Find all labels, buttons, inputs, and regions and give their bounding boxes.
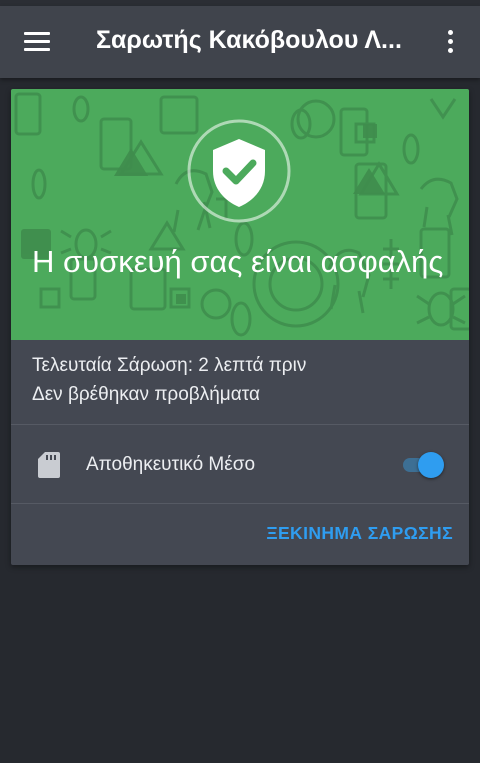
storage-toggle[interactable]	[399, 451, 445, 479]
divider	[11, 503, 469, 504]
status-hero: Η συσκευή σας είναι ασφαλής	[11, 89, 469, 340]
app-title: Σαρωτής Κακόβουλου Λ...	[96, 26, 402, 54]
sd-card-icon	[38, 452, 60, 483]
shield-check-icon	[187, 119, 291, 223]
security-status-text: Η συσκευή σας είναι ασφαλής	[32, 244, 444, 279]
storage-option-row[interactable]: Αποθηκευτικό Μέσο	[11, 425, 469, 505]
scan-summary: Τελευταία Σάρωση: 2 λεπτά πριν Δεν βρέθη…	[32, 351, 306, 409]
toggle-thumb	[418, 452, 444, 478]
hamburger-menu-icon[interactable]	[24, 32, 50, 52]
last-scan-text: Τελευταία Σάρωση: 2 λεπτά πριν	[32, 355, 307, 376]
start-scan-button[interactable]: ΞΕΚΙΝΗΜΑ ΣΑΡΩΣΗΣ	[266, 523, 453, 544]
storage-label: Αποθηκευτικό Μέσο	[86, 454, 256, 475]
problems-text: Δεν βρέθηκαν προβλήματα	[32, 384, 260, 405]
app-bar: Σαρωτής Κακόβουλου Λ...	[0, 6, 480, 78]
more-vert-icon[interactable]	[443, 30, 457, 58]
status-card: Η συσκευή σας είναι ασφαλής Τελευταία Σά…	[11, 89, 469, 565]
